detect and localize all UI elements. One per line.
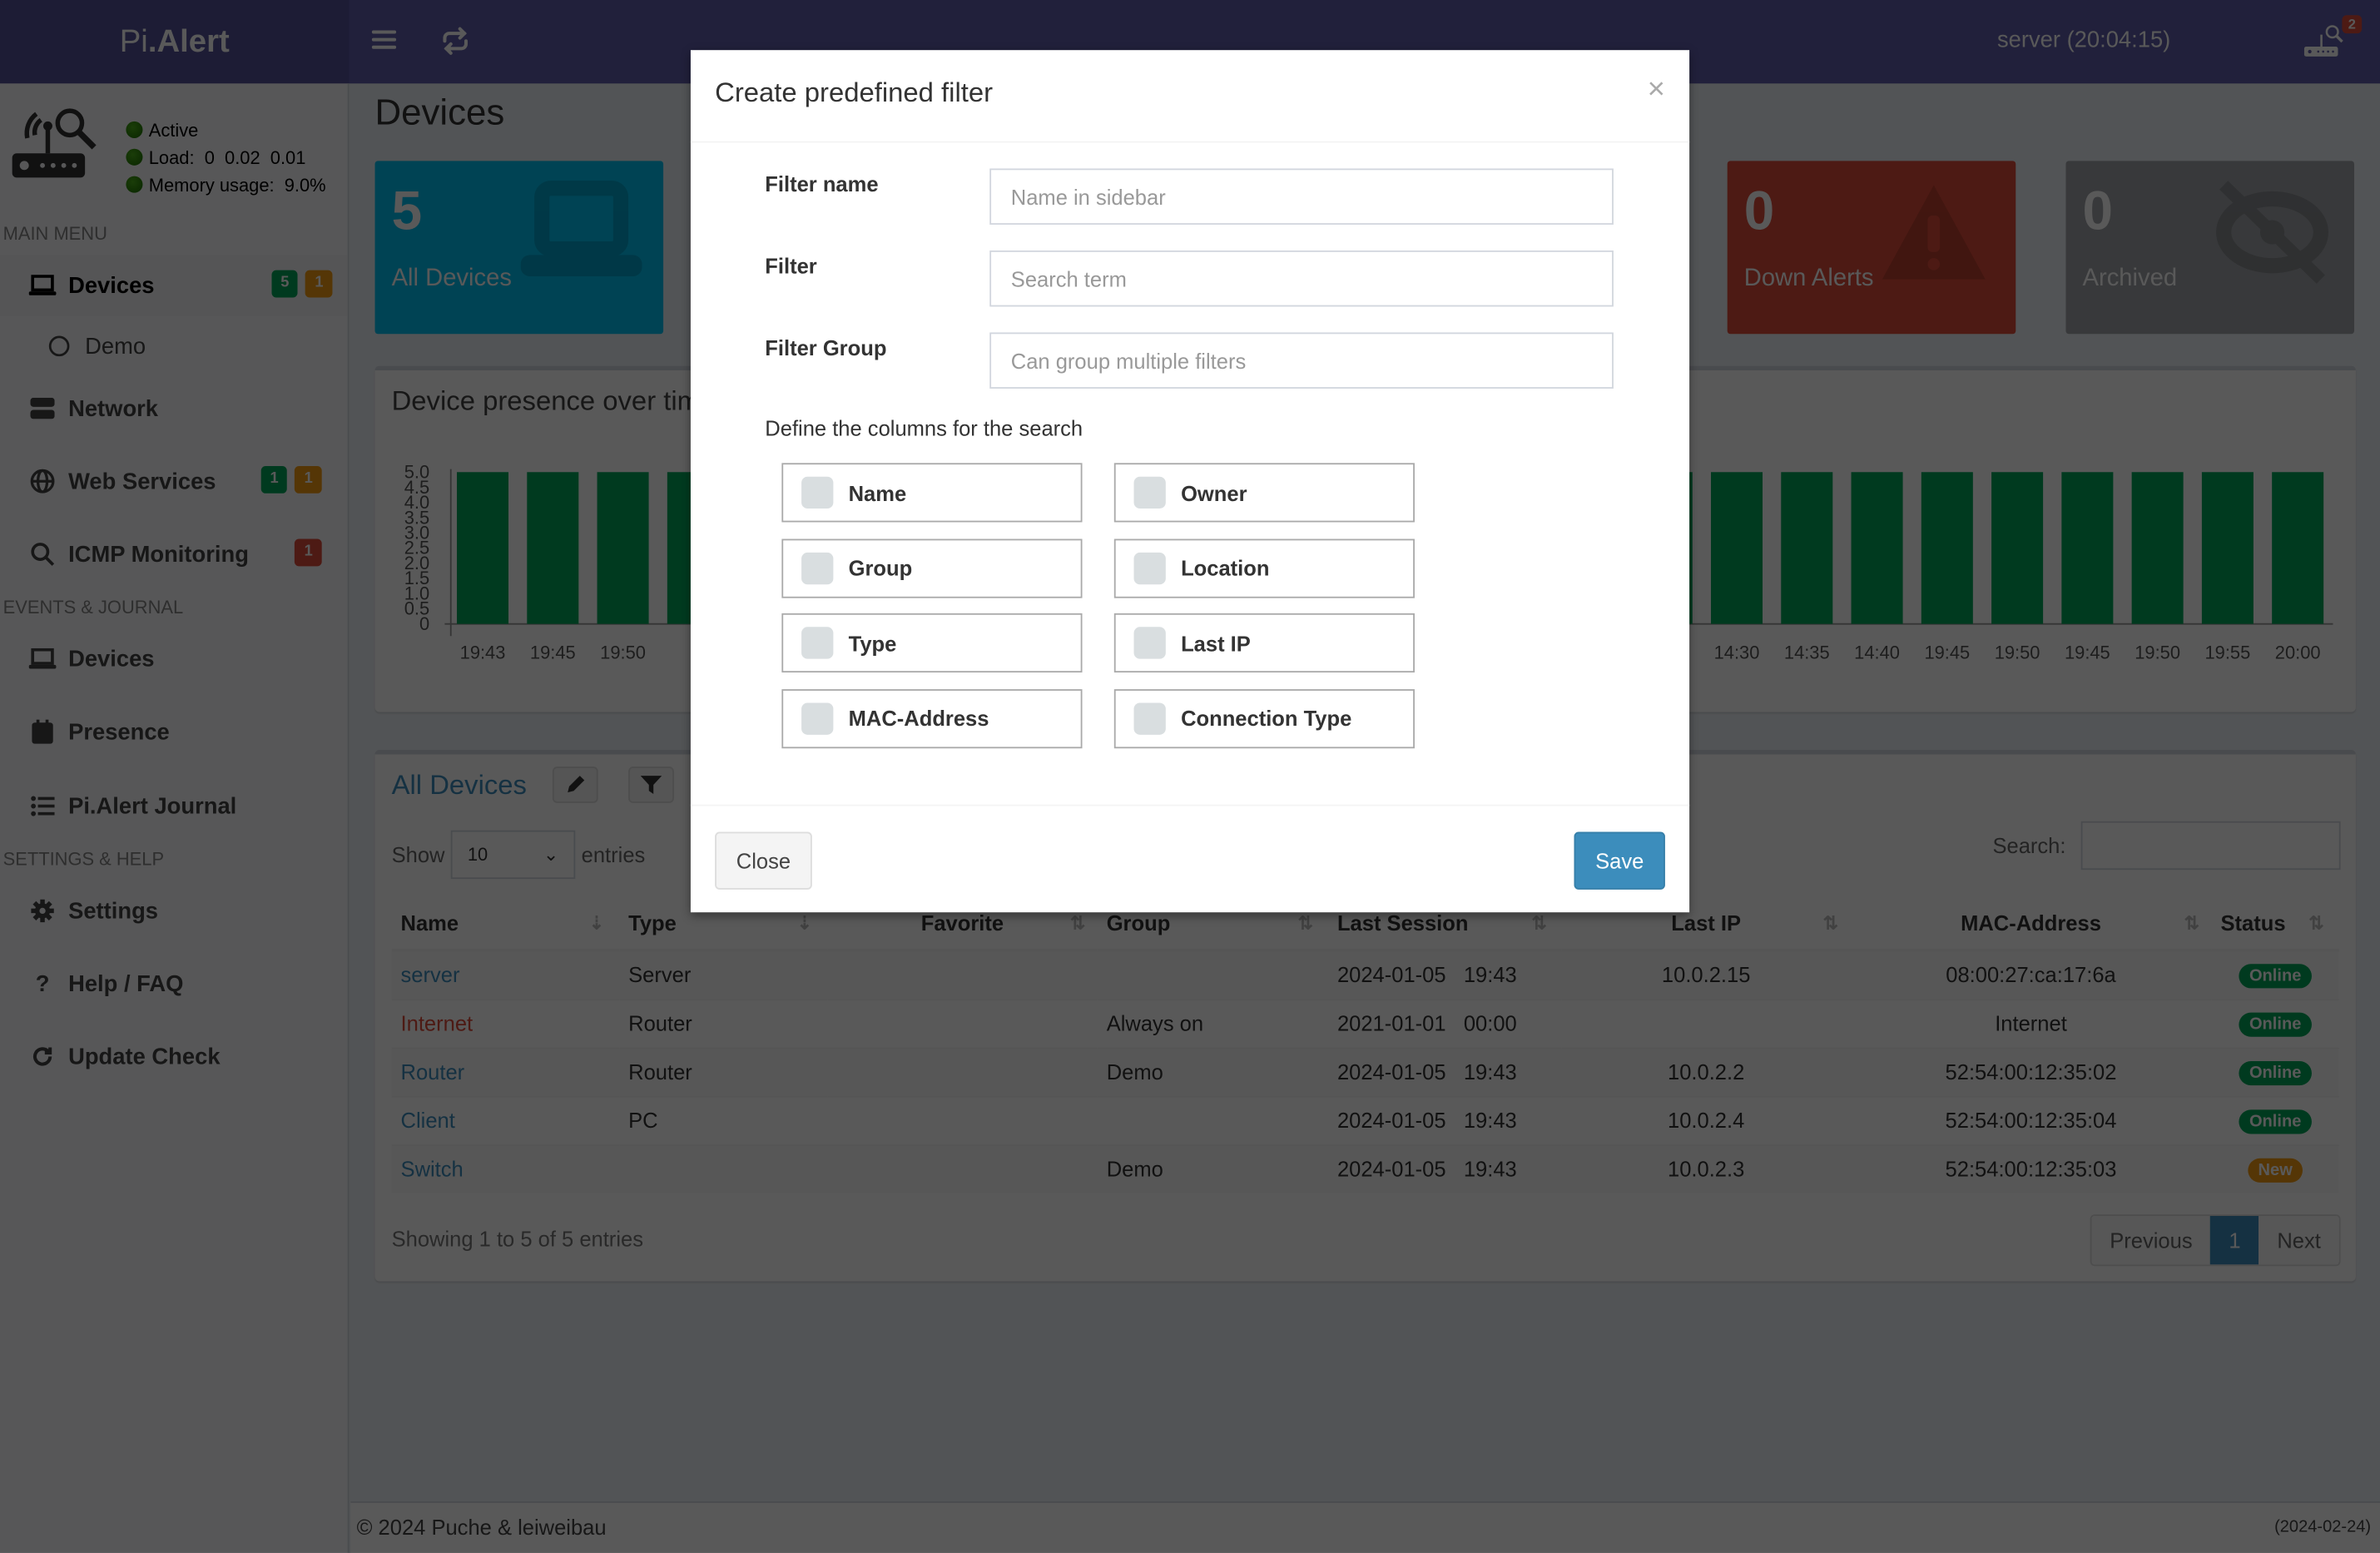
checkbox-label: Connection Type bbox=[1181, 706, 1352, 731]
column-option-name[interactable]: Name bbox=[781, 463, 1083, 523]
save-button[interactable]: Save bbox=[1574, 831, 1665, 890]
checkbox-label: Name bbox=[848, 480, 907, 505]
checkbox-label: Last IP bbox=[1181, 630, 1251, 656]
checkbox[interactable] bbox=[1133, 476, 1166, 509]
checkbox[interactable] bbox=[1133, 627, 1166, 659]
filter-group-input[interactable] bbox=[989, 332, 1614, 389]
column-option-group[interactable]: Group bbox=[781, 538, 1083, 598]
filter-name-label: Filter name bbox=[765, 171, 879, 196]
filter-term-input[interactable] bbox=[989, 250, 1614, 307]
checkbox[interactable] bbox=[801, 627, 834, 659]
columns-label: Define the columns for the search bbox=[765, 415, 1083, 440]
column-option-owner[interactable]: Owner bbox=[1113, 463, 1415, 523]
column-option-mac-address[interactable]: MAC-Address bbox=[781, 688, 1083, 748]
checkbox-label: Location bbox=[1181, 555, 1270, 580]
column-option-location[interactable]: Location bbox=[1113, 538, 1415, 598]
close-icon[interactable]: × bbox=[1648, 73, 1665, 108]
close-button[interactable]: Close bbox=[715, 831, 812, 890]
filter-name-input[interactable] bbox=[989, 168, 1614, 225]
checkbox-label: Owner bbox=[1181, 480, 1247, 505]
modal-header: Create predefined filter × bbox=[690, 50, 1690, 143]
checkbox[interactable] bbox=[801, 702, 834, 734]
column-option-connection-type[interactable]: Connection Type bbox=[1113, 688, 1415, 748]
column-option-last-ip[interactable]: Last IP bbox=[1113, 613, 1415, 673]
checkbox-label: Group bbox=[848, 555, 913, 580]
filter-group-label: Filter Group bbox=[765, 335, 887, 360]
checkbox-label: Type bbox=[848, 630, 897, 656]
checkbox-label: MAC-Address bbox=[848, 706, 989, 731]
create-filter-modal: Create predefined filter × Filter name F… bbox=[690, 50, 1690, 913]
checkbox[interactable] bbox=[1133, 552, 1166, 584]
filter-label: Filter bbox=[765, 253, 817, 278]
modal-footer: Close Save bbox=[690, 804, 1690, 913]
checkbox[interactable] bbox=[801, 476, 834, 509]
column-option-type[interactable]: Type bbox=[781, 613, 1083, 673]
checkbox[interactable] bbox=[1133, 702, 1166, 734]
modal-title: Create predefined filter bbox=[715, 77, 994, 108]
checkbox[interactable] bbox=[801, 552, 834, 584]
